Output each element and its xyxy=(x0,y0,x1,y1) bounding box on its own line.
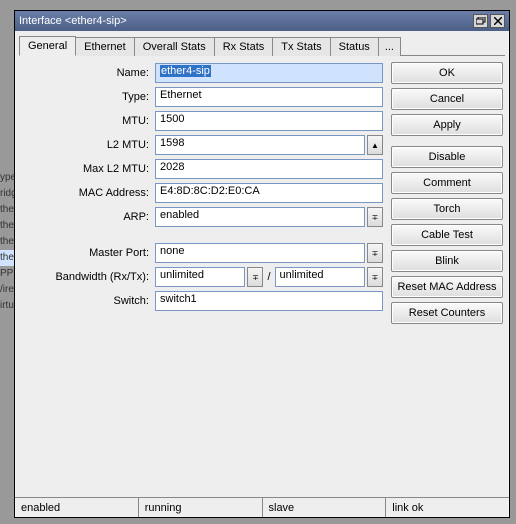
close-window-icon[interactable] xyxy=(490,14,505,28)
bw-tx-dropdown-icon[interactable]: ∓ xyxy=(367,267,383,287)
bw-rx-select[interactable]: unlimited xyxy=(155,267,245,287)
status-running: running xyxy=(139,498,263,517)
tab-rx-stats[interactable]: Rx Stats xyxy=(214,37,274,56)
cancel-button[interactable]: Cancel xyxy=(391,88,503,110)
switch-label: Switch: xyxy=(21,295,155,307)
mtu-input[interactable]: 1500 xyxy=(155,111,383,131)
tab-more[interactable]: ... xyxy=(378,37,401,56)
tab-overall-stats[interactable]: Overall Stats xyxy=(134,37,215,56)
torch-button[interactable]: Torch xyxy=(391,198,503,220)
tab-tx-stats[interactable]: Tx Stats xyxy=(272,37,330,56)
arp-label: ARP: xyxy=(21,211,155,223)
l2mtu-input[interactable]: 1598 xyxy=(155,135,365,155)
bw-rx-dropdown-icon[interactable]: ∓ xyxy=(247,267,263,287)
l2mtu-label: L2 MTU: xyxy=(21,139,155,151)
switch-value: switch1 xyxy=(155,291,383,311)
status-link: link ok xyxy=(386,498,509,517)
master-select[interactable]: none xyxy=(155,243,365,263)
status-bar: enabled running slave link ok xyxy=(15,497,509,517)
type-value: Ethernet xyxy=(155,87,383,107)
cable-test-button[interactable]: Cable Test xyxy=(391,224,503,246)
action-buttons: OK Cancel Apply Disable Comment Torch Ca… xyxy=(391,62,503,491)
disable-button[interactable]: Disable xyxy=(391,146,503,168)
maxl2-value: 2028 xyxy=(155,159,383,179)
name-input[interactable]: ether4-sip xyxy=(155,63,383,83)
status-enabled: enabled xyxy=(15,498,139,517)
comment-button[interactable]: Comment xyxy=(391,172,503,194)
bandwidth-label: Bandwidth (Rx/Tx): xyxy=(21,271,155,283)
mtu-label: MTU: xyxy=(21,115,155,127)
mac-label: MAC Address: xyxy=(21,187,155,199)
type-label: Type: xyxy=(21,91,155,103)
bw-separator: / xyxy=(265,271,272,283)
bw-tx-select[interactable]: unlimited xyxy=(275,267,365,287)
tabstrip: General Ethernet Overall Stats Rx Stats … xyxy=(19,35,505,56)
tab-ethernet[interactable]: Ethernet xyxy=(75,37,135,56)
name-label: Name: xyxy=(21,67,155,79)
window-title: Interface <ether4-sip> xyxy=(19,15,471,27)
maxl2-label: Max L2 MTU: xyxy=(21,163,155,175)
blink-button[interactable]: Blink xyxy=(391,250,503,272)
master-dropdown-icon[interactable]: ∓ xyxy=(367,243,383,263)
ok-button[interactable]: OK xyxy=(391,62,503,84)
tab-status[interactable]: Status xyxy=(330,37,379,56)
master-label: Master Port: xyxy=(21,247,155,259)
l2mtu-stepper[interactable]: ▲ xyxy=(367,135,383,155)
general-form: Name: ether4-sip Type: Ethernet MTU: 150… xyxy=(21,62,383,491)
restore-window-icon[interactable] xyxy=(473,14,488,28)
reset-counters-button[interactable]: Reset Counters xyxy=(391,302,503,324)
status-slave: slave xyxy=(263,498,387,517)
mac-input[interactable]: E4:8D:8C:D2:E0:CA xyxy=(155,183,383,203)
apply-button[interactable]: Apply xyxy=(391,114,503,136)
arp-dropdown-icon[interactable]: ∓ xyxy=(367,207,383,227)
tab-general[interactable]: General xyxy=(19,36,76,56)
interface-dialog: Interface <ether4-sip> General Ethernet … xyxy=(14,10,510,518)
titlebar[interactable]: Interface <ether4-sip> xyxy=(15,11,509,31)
arp-select[interactable]: enabled xyxy=(155,207,365,227)
reset-mac-button[interactable]: Reset MAC Address xyxy=(391,276,503,298)
